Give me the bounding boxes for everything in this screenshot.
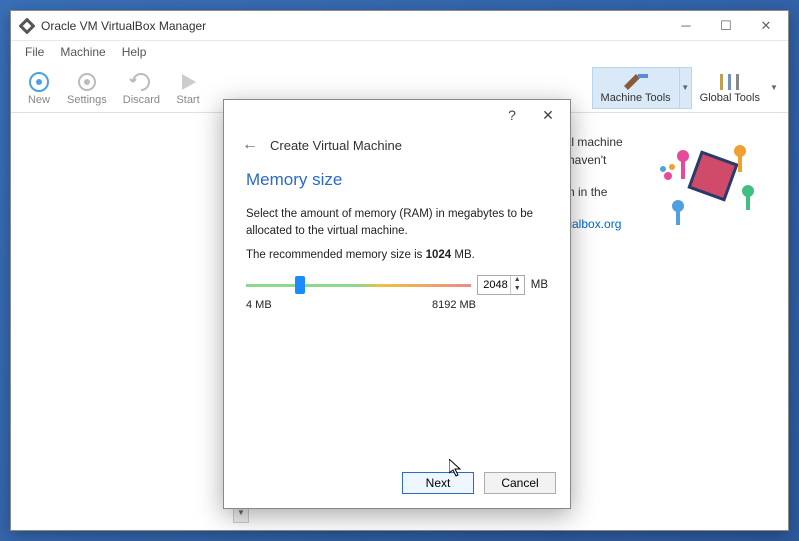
memory-slider-row: ▲▼ MB — [246, 275, 548, 295]
cancel-button[interactable]: Cancel — [484, 472, 556, 494]
gear-icon — [75, 70, 99, 94]
menu-machine[interactable]: Machine — [52, 43, 113, 61]
dialog-titlebar: ? ✕ — [224, 100, 570, 130]
memory-input[interactable] — [478, 279, 510, 291]
maximize-button[interactable]: ☐ — [706, 12, 746, 40]
new-vm-button[interactable]: New — [19, 68, 59, 108]
menu-help[interactable]: Help — [114, 43, 155, 61]
window-title: Oracle VM VirtualBox Manager — [41, 19, 666, 33]
window-controls: ─ ☐ ✕ — [666, 12, 786, 40]
mascot-image — [648, 121, 768, 241]
dialog-help-button[interactable]: ? — [494, 102, 530, 128]
memory-spinbox[interactable]: ▲▼ — [477, 275, 525, 295]
discard-icon — [129, 70, 153, 94]
back-icon[interactable]: ← — [242, 136, 258, 154]
memory-slider[interactable] — [246, 276, 471, 294]
settings-button[interactable]: Settings — [59, 68, 115, 108]
start-label: Start — [176, 94, 199, 106]
global-tools-label: Global Tools — [700, 92, 760, 104]
close-button[interactable]: ✕ — [746, 12, 786, 40]
machine-tools-button[interactable]: Machine Tools ▼ — [592, 67, 692, 109]
memory-recommendation: The recommended memory size is 1024 MB. — [246, 249, 548, 261]
dialog-footer: Next Cancel — [224, 462, 570, 508]
discard-label: Discard — [123, 94, 160, 106]
menubar: File Machine Help — [11, 41, 788, 63]
memory-description: Select the amount of memory (RAM) in meg… — [246, 206, 548, 239]
dialog-title: Create Virtual Machine — [270, 138, 402, 153]
reco-prefix: The recommended memory size is — [246, 249, 426, 261]
reco-suffix: MB. — [451, 249, 475, 261]
reco-value: 1024 — [426, 249, 452, 261]
app-icon — [19, 18, 35, 34]
machine-tools-icon — [622, 72, 650, 92]
titlebar: Oracle VM VirtualBox Manager ─ ☐ ✕ — [11, 11, 788, 41]
spin-up-icon[interactable]: ▲ — [511, 276, 524, 285]
dialog-body: Memory size Select the amount of memory … — [224, 164, 570, 462]
machine-tools-label: Machine Tools — [601, 92, 671, 104]
global-tools-dropdown[interactable]: ▼ — [768, 68, 780, 108]
global-tools-button[interactable]: Global Tools ▼ — [692, 68, 780, 108]
dialog-header: ← Create Virtual Machine — [224, 130, 570, 164]
slider-handle[interactable] — [295, 276, 305, 294]
minimize-button[interactable]: ─ — [666, 12, 706, 40]
spin-arrows[interactable]: ▲▼ — [510, 276, 524, 294]
memory-unit: MB — [531, 279, 548, 291]
slider-range-labels: 4 MB 8192 MB — [246, 299, 548, 311]
start-button[interactable]: Start — [168, 68, 208, 108]
new-icon — [27, 70, 51, 94]
slider-max-label: 8192 MB — [432, 299, 476, 311]
menu-file[interactable]: File — [17, 43, 52, 61]
machine-tools-dropdown[interactable]: ▼ — [680, 67, 692, 109]
discard-button[interactable]: Discard — [115, 68, 168, 108]
next-button[interactable]: Next — [402, 472, 474, 494]
settings-label: Settings — [67, 94, 107, 106]
spin-down-icon[interactable]: ▼ — [511, 285, 524, 294]
global-tools-icon — [716, 72, 744, 92]
section-title: Memory size — [246, 170, 548, 190]
create-vm-dialog: ? ✕ ← Create Virtual Machine Memory size… — [223, 99, 571, 509]
start-icon — [176, 70, 200, 94]
new-label: New — [28, 94, 50, 106]
slider-min-label: 4 MB — [246, 299, 272, 311]
dialog-close-button[interactable]: ✕ — [530, 102, 566, 128]
